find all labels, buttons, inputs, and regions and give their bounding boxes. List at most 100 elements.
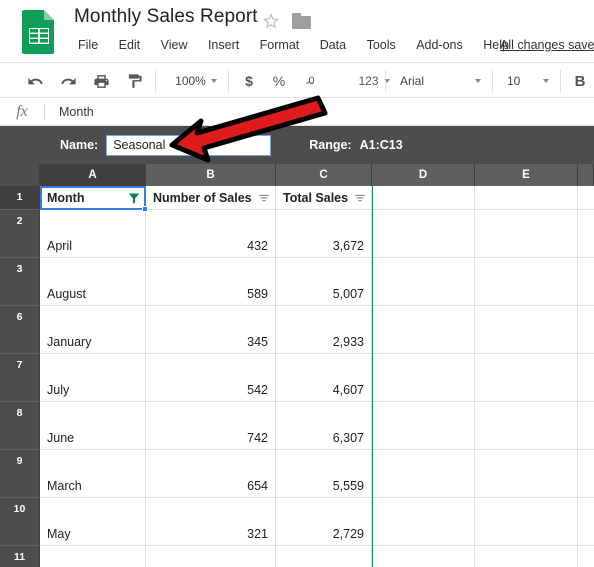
row-header-9[interactable]: 9 [0, 450, 40, 498]
cell-month[interactable]: June [40, 402, 146, 449]
sheets-logo-icon [20, 8, 58, 54]
menu-item-edit[interactable]: Edit [111, 34, 149, 56]
star-icon[interactable] [262, 12, 280, 30]
menu-item-data[interactable]: Data [312, 34, 354, 56]
column-header-e[interactable]: E [475, 164, 578, 186]
percent-format-button[interactable]: % [268, 67, 290, 95]
redo-icon[interactable] [55, 67, 81, 95]
cell-total-sales[interactable]: 6,792 [276, 546, 372, 567]
column-header-f[interactable] [578, 164, 594, 186]
cell-d[interactable] [372, 306, 475, 353]
row-header-2[interactable]: 2 [0, 210, 40, 258]
column-header-c[interactable]: C [276, 164, 372, 186]
undo-icon[interactable] [22, 67, 48, 95]
font-size-selector[interactable]: 10 [500, 67, 534, 95]
cell-total-sales[interactable]: 2,933 [276, 306, 372, 353]
toolbar-divider-1 [155, 70, 156, 92]
cell-number-of-sales[interactable]: 799 [146, 546, 276, 567]
cell-d[interactable] [372, 402, 475, 449]
cell-e[interactable] [475, 258, 578, 305]
cell-e[interactable] [475, 498, 578, 545]
cell-d[interactable] [372, 498, 475, 545]
row-header-8[interactable]: 8 [0, 402, 40, 450]
cell-d[interactable] [372, 210, 475, 257]
cell-e[interactable] [475, 450, 578, 497]
font-size-label: 10 [507, 74, 521, 88]
cell-number-of-sales[interactable]: 432 [146, 210, 276, 257]
row-header-7[interactable]: 7 [0, 354, 40, 402]
cell-d1[interactable] [372, 186, 475, 209]
cell-total-sales[interactable]: 4,607 [276, 354, 372, 401]
cell-month[interactable]: November [40, 546, 146, 567]
cell-e[interactable] [475, 546, 578, 567]
font-family-chevron[interactable] [466, 67, 490, 95]
cell-number-of-sales[interactable]: 742 [146, 402, 276, 449]
cell-number-of-sales[interactable]: 345 [146, 306, 276, 353]
folder-icon[interactable] [292, 13, 311, 29]
cell-number-of-sales[interactable]: 321 [146, 498, 276, 545]
filter-active-icon[interactable] [128, 192, 140, 204]
cell-total-sales[interactable]: 5,007 [276, 258, 372, 305]
paint-format-icon[interactable] [121, 67, 147, 95]
menu-item-view[interactable]: View [153, 34, 196, 56]
menu-item-tools[interactable]: Tools [359, 34, 404, 56]
row-header-1[interactable]: 1 [0, 186, 40, 210]
row-header-11[interactable]: 11 [0, 546, 40, 567]
cell-a1[interactable]: Month [40, 186, 146, 209]
bold-button[interactable]: B [568, 67, 592, 95]
cell-total-sales[interactable]: 2,729 [276, 498, 372, 545]
cell-b1[interactable]: Number of Sales [146, 186, 276, 209]
cell-d[interactable] [372, 546, 475, 567]
range-name-input[interactable]: Seasonal [106, 134, 272, 156]
row-header-6[interactable]: 6 [0, 306, 40, 354]
cell-d[interactable] [372, 354, 475, 401]
select-all-corner[interactable] [0, 164, 40, 186]
cell-e[interactable] [475, 306, 578, 353]
formula-bar-divider [44, 103, 45, 120]
cell-e[interactable] [475, 210, 578, 257]
column-header-a[interactable]: A [40, 164, 146, 186]
named-range-boundary-line [372, 186, 373, 567]
menu-item-insert[interactable]: Insert [200, 34, 247, 56]
document-title[interactable]: Monthly Sales Report [74, 6, 258, 28]
font-size-chevron[interactable] [535, 67, 557, 95]
menu-item-format[interactable]: Format [252, 34, 308, 56]
cell-number-of-sales[interactable]: 542 [146, 354, 276, 401]
chevron-down-icon [475, 79, 481, 83]
filter-icon[interactable] [258, 192, 270, 204]
decrease-decimal-button[interactable]: .0 ← [297, 67, 323, 95]
cell-number-of-sales[interactable]: 654 [146, 450, 276, 497]
cell-d[interactable] [372, 450, 475, 497]
cell-total-sales[interactable]: 5,559 [276, 450, 372, 497]
row-header-3[interactable]: 3 [0, 258, 40, 306]
table-row: January 345 2,933 [40, 306, 594, 354]
cell-total-sales[interactable]: 6,307 [276, 402, 372, 449]
cell-month[interactable]: May [40, 498, 146, 545]
cell-month[interactable]: March [40, 450, 146, 497]
zoom-selector[interactable]: 100% [166, 67, 226, 95]
cell-e[interactable] [475, 402, 578, 449]
formula-bar: fx Month [0, 98, 594, 126]
currency-format-button[interactable]: $ [238, 67, 260, 95]
cell-number-of-sales[interactable]: 589 [146, 258, 276, 305]
cell-month[interactable]: August [40, 258, 146, 305]
cell-month[interactable]: January [40, 306, 146, 353]
formula-input[interactable]: Month [59, 105, 94, 119]
toolbar-divider-5 [560, 70, 561, 92]
cell-c1[interactable]: Total Sales [276, 186, 372, 209]
column-header-d[interactable]: D [372, 164, 475, 186]
menu-item-file[interactable]: File [70, 34, 106, 56]
filter-icon[interactable] [354, 192, 366, 204]
cell-month[interactable]: April [40, 210, 146, 257]
cell-e[interactable] [475, 354, 578, 401]
cell-e1[interactable] [475, 186, 578, 209]
cell-d[interactable] [372, 258, 475, 305]
number-format-selector[interactable]: 123 [356, 67, 392, 95]
column-header-b[interactable]: B [146, 164, 276, 186]
row-header-10[interactable]: 10 [0, 498, 40, 546]
menu-item-addons[interactable]: Add-ons [408, 34, 471, 56]
print-icon[interactable] [88, 67, 114, 95]
cell-total-sales[interactable]: 3,672 [276, 210, 372, 257]
save-status-link[interactable]: All changes saved [500, 34, 594, 56]
cell-month[interactable]: July [40, 354, 146, 401]
